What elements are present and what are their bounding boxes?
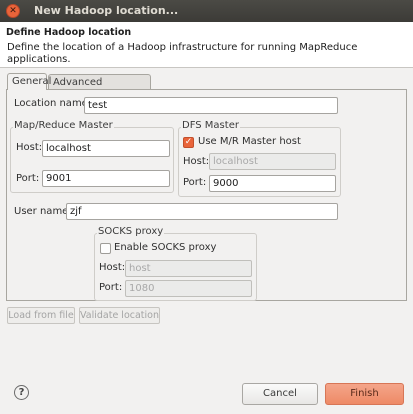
- load-from-file-button[interactable]: Load from file: [7, 307, 75, 324]
- mr-port-input[interactable]: 9001: [42, 170, 170, 187]
- dfs-host-label: Host:: [183, 156, 210, 167]
- finish-button[interactable]: Finish: [325, 383, 404, 405]
- mapreduce-master-title: Map/Reduce Master: [13, 120, 114, 131]
- help-icon[interactable]: ?: [14, 385, 29, 400]
- enable-socks-proxy-checkbox[interactable]: [100, 243, 111, 254]
- tab-general[interactable]: General: [7, 73, 51, 90]
- validate-location-button[interactable]: Validate location: [79, 307, 160, 324]
- user-name-label: User name:: [14, 206, 72, 217]
- close-icon[interactable]: ✕: [6, 4, 20, 18]
- socks-host-label: Host:: [99, 262, 126, 273]
- dfs-host-input[interactable]: localhost: [209, 153, 336, 170]
- use-mr-master-checkbox[interactable]: ✓: [183, 137, 194, 148]
- enable-socks-proxy-label: Enable SOCKS proxy: [114, 242, 217, 253]
- cancel-button[interactable]: Cancel: [242, 383, 318, 405]
- header-description: Define the location of a Hadoop infrastr…: [7, 42, 358, 65]
- mr-host-label: Host:: [16, 142, 43, 153]
- location-name-label: Location name:: [14, 98, 92, 109]
- location-name-input[interactable]: test: [84, 97, 338, 114]
- header-title: Define Hadoop location: [6, 27, 132, 38]
- title-bar: ✕ New Hadoop location...: [0, 0, 413, 22]
- dialog-header: Define Hadoop location Define the locati…: [0, 22, 413, 68]
- socks-host-input[interactable]: host: [125, 260, 252, 277]
- use-mr-master-label: Use M/R Master host: [198, 136, 301, 147]
- dfs-master-title: DFS Master: [181, 120, 240, 131]
- socks-port-label: Port:: [99, 282, 123, 293]
- mr-port-label: Port:: [16, 173, 40, 184]
- socks-port-input[interactable]: 1080: [125, 280, 252, 297]
- tab-advanced-parameters[interactable]: Advanced parameters: [48, 74, 151, 99]
- window-title: New Hadoop location...: [34, 4, 179, 17]
- user-name-input[interactable]: zjf: [66, 203, 338, 220]
- dfs-port-label: Port:: [183, 177, 207, 188]
- mr-host-input[interactable]: localhost: [42, 140, 170, 157]
- socks-proxy-title: SOCKS proxy: [97, 226, 165, 237]
- dfs-port-input[interactable]: 9000: [209, 175, 336, 192]
